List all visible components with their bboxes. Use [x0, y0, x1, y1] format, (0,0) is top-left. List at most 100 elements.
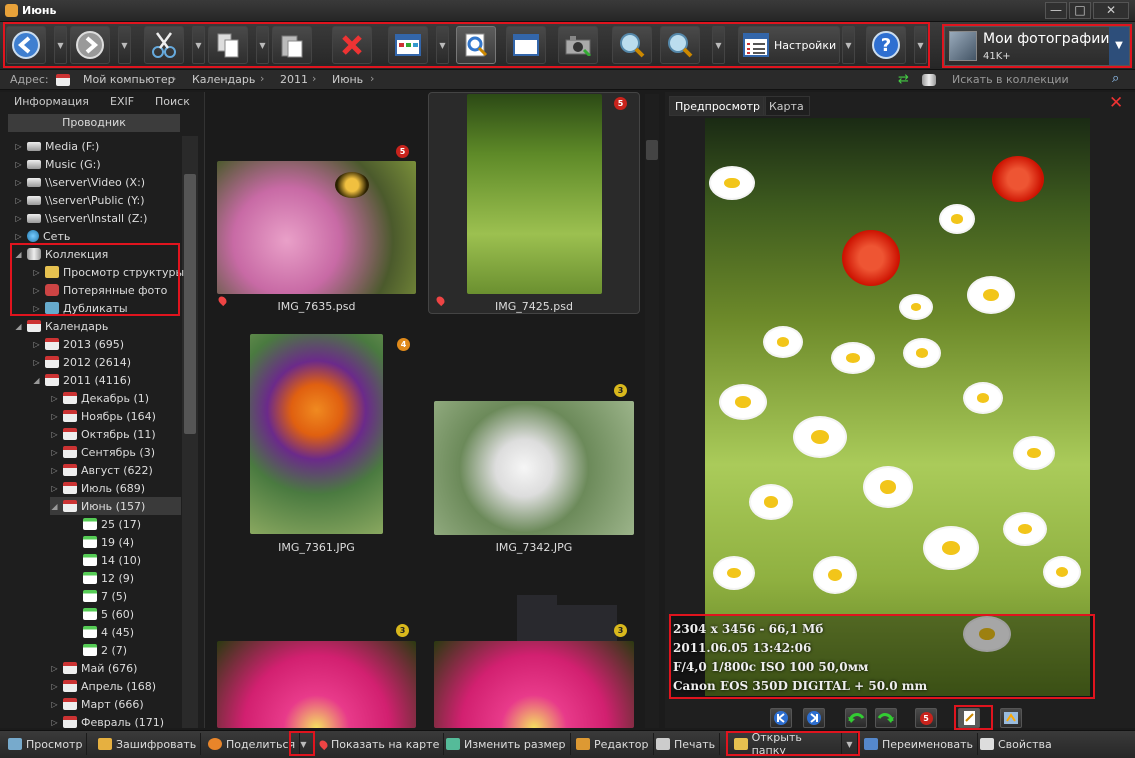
expand-arrow-icon[interactable]: ◢	[14, 250, 23, 259]
paste-button[interactable]	[272, 26, 312, 64]
breadcrumb-my-computer[interactable]: Мой компьютер	[83, 73, 175, 86]
tree-item[interactable]: ◢ Календарь	[14, 317, 108, 335]
tab-preview[interactable]: Предпросмотр	[669, 96, 766, 116]
open-folder-dropdown[interactable]: ▼	[842, 733, 858, 755]
thumbnail-image[interactable]	[217, 641, 416, 728]
breadcrumb-chevron-icon[interactable]: ›	[370, 72, 374, 85]
tree-item[interactable]: ▷ 2012 (2614)	[32, 353, 131, 371]
share-button[interactable]: Поделиться	[204, 733, 301, 755]
tree-item[interactable]: ▷ \\server\Install (Z:)	[14, 209, 147, 227]
expand-arrow-icon[interactable]: ▷	[14, 232, 23, 241]
tree-item[interactable]: ▷ Август (622)	[50, 461, 152, 479]
tree-item[interactable]: 12 (9)	[70, 569, 134, 587]
collection-dropdown-icon[interactable]: ▼	[1109, 27, 1129, 65]
collection-search-input[interactable]: Искать в коллекции	[952, 73, 1069, 86]
zoom-in-button[interactable]	[660, 26, 700, 64]
expand-arrow-icon[interactable]: ▷	[32, 268, 41, 277]
tree-item[interactable]: ▷ Апрель (168)	[50, 677, 156, 695]
settings-button[interactable]: Настройки	[738, 26, 840, 64]
thumbnail-image[interactable]	[467, 94, 602, 294]
breadcrumb-year[interactable]: 2011	[280, 73, 308, 86]
expand-arrow-icon[interactable]: ▷	[32, 286, 41, 295]
tree-item[interactable]: 14 (10)	[70, 551, 141, 569]
cut-button[interactable]	[144, 26, 184, 64]
breadcrumb-chevron-icon[interactable]: ›	[260, 72, 264, 85]
first-image-button[interactable]	[770, 708, 792, 728]
explorer-header[interactable]: Проводник	[8, 114, 180, 132]
tree-item[interactable]: ▷ Потерянные фото	[32, 281, 167, 299]
tree-item[interactable]: ▷ Сеть	[14, 227, 70, 245]
close-panel-icon[interactable]: ✕	[1109, 93, 1123, 113]
close-button[interactable]: ✕	[1093, 2, 1129, 19]
collection-selector[interactable]: Мои фотографии 41K+ ▼	[944, 26, 1130, 66]
expand-arrow-icon[interactable]: ▷	[14, 178, 23, 187]
tree-item[interactable]: 5 (60)	[70, 605, 134, 623]
view-mode-button[interactable]	[388, 26, 428, 64]
zoom-dropdown[interactable]: ▼	[712, 26, 725, 64]
expand-arrow-icon[interactable]: ▷	[50, 700, 59, 709]
grid-scrollbar[interactable]	[645, 94, 659, 728]
tree-item[interactable]: 4 (45)	[70, 623, 134, 641]
thumbnail-image[interactable]	[217, 161, 416, 294]
copy-button[interactable]	[208, 26, 248, 64]
tree-item[interactable]: 19 (4)	[70, 533, 134, 551]
expand-arrow-icon[interactable]: ▷	[50, 682, 59, 691]
help-dropdown[interactable]: ▼	[914, 26, 927, 64]
tab-search[interactable]: Поиск	[155, 95, 190, 108]
open-folder-button[interactable]: Открыть папку	[730, 731, 842, 757]
breadcrumb-calendar[interactable]: Календарь	[192, 73, 255, 86]
tree-item[interactable]: ◢ Коллекция	[14, 245, 108, 263]
expand-arrow-icon[interactable]: ▷	[14, 196, 23, 205]
tree-item[interactable]: 25 (17)	[70, 515, 141, 533]
rotate-right-button[interactable]	[875, 708, 897, 728]
view-button[interactable]: Просмотр	[4, 733, 88, 755]
expand-arrow-icon[interactable]: ▷	[50, 466, 59, 475]
expand-arrow-icon[interactable]: ▷	[50, 394, 59, 403]
tree-item[interactable]: ▷ \\server\Public (Y:)	[14, 191, 144, 209]
tree-item[interactable]: ▷ Media (F:)	[14, 137, 99, 155]
print-button[interactable]: Печать	[652, 733, 721, 755]
show-on-map-button[interactable]: Показать на карте	[316, 733, 445, 755]
tree-item[interactable]: ▷ Март (666)	[50, 695, 143, 713]
thumbnail-image[interactable]	[250, 334, 383, 534]
expand-arrow-icon[interactable]: ▷	[32, 358, 41, 367]
expand-arrow-icon[interactable]: ▷	[14, 214, 23, 223]
tab-map[interactable]: Карта	[763, 96, 810, 116]
resize-button[interactable]: Изменить размер	[442, 733, 571, 755]
expand-arrow-icon[interactable]: ▷	[14, 142, 23, 151]
tree-item[interactable]: 7 (5)	[70, 587, 127, 605]
expand-arrow-icon[interactable]: ▷	[50, 718, 59, 727]
expand-arrow-icon[interactable]: ◢	[14, 322, 23, 331]
editor-button[interactable]: Редактор	[572, 733, 654, 755]
minimize-button[interactable]: —	[1045, 2, 1067, 19]
refresh-icon[interactable]: ⇄	[898, 72, 909, 87]
preview-toggle-button[interactable]	[456, 26, 496, 64]
copy-dropdown[interactable]: ▼	[256, 26, 269, 64]
tree-item[interactable]: ▷ Декабрь (1)	[50, 389, 149, 407]
tree-item[interactable]: ▷ Music (G:)	[14, 155, 100, 173]
rotate-left-button[interactable]	[845, 708, 867, 728]
tab-exif[interactable]: EXIF	[110, 95, 134, 108]
expand-arrow-icon[interactable]: ◢	[50, 502, 59, 511]
back-button[interactable]	[6, 26, 46, 64]
tree-item[interactable]: ▷ Октябрь (11)	[50, 425, 155, 443]
expand-arrow-icon[interactable]: ▷	[32, 304, 41, 313]
breadcrumb-month[interactable]: Июнь	[332, 73, 363, 86]
tree-item[interactable]: ▷ Июль (689)	[50, 479, 145, 497]
encrypt-button[interactable]: Зашифровать	[94, 733, 202, 755]
thumbnail-image[interactable]	[434, 401, 634, 535]
tree-scrollbar[interactable]	[182, 136, 198, 728]
expand-arrow-icon[interactable]: ▷	[32, 340, 41, 349]
share-dropdown[interactable]: ▼	[294, 733, 314, 755]
edit-tags-button[interactable]	[958, 708, 980, 728]
rename-button[interactable]: Переименовать	[860, 733, 979, 755]
tree-item[interactable]: ▷ Дубликаты	[32, 299, 127, 317]
maximize-button[interactable]: □	[1069, 2, 1091, 19]
expand-arrow-icon[interactable]: ▷	[50, 484, 59, 493]
forward-button[interactable]	[70, 26, 110, 64]
properties-button[interactable]: Свойства	[976, 733, 1056, 755]
map-button[interactable]	[1000, 708, 1022, 728]
breadcrumb-chevron-icon[interactable]: ›	[312, 72, 316, 85]
collection-db-icon[interactable]	[922, 74, 936, 86]
panel-layout-button[interactable]	[506, 26, 546, 64]
